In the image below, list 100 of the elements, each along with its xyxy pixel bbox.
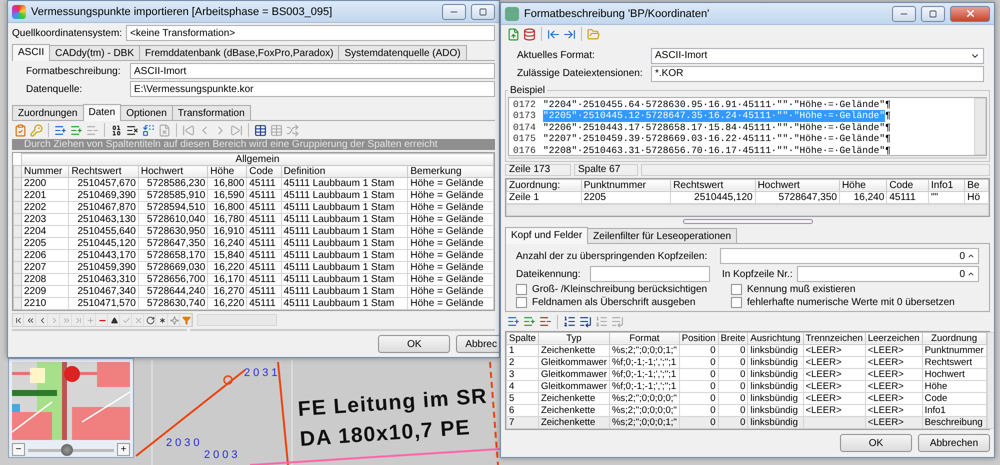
format-dropdown[interactable]: ASCII-Imort — [130, 63, 495, 79]
first-icon[interactable] — [14, 316, 22, 324]
column-header[interactable]: Leerzeichen — [865, 332, 922, 344]
table-cell: Zeile 1 — [506, 191, 582, 204]
format-dropdown[interactable]: ASCII-Imort — [651, 48, 984, 64]
last-icon[interactable] — [74, 316, 82, 324]
column-header[interactable]: Definition — [281, 166, 408, 178]
filter-icon[interactable] — [182, 316, 190, 324]
sparkle-icon[interactable] — [170, 316, 178, 324]
clipboard-check-icon[interactable] — [14, 124, 27, 136]
database-icon[interactable] — [523, 28, 536, 41]
slider-thumb[interactable] — [60, 444, 73, 456]
list-plus-icon[interactable] — [70, 124, 83, 136]
column-header[interactable]: Rechtswert — [670, 179, 756, 192]
check-icon[interactable] — [122, 316, 130, 324]
tab[interactable]: Transformation — [172, 105, 251, 120]
column-header[interactable]: Zuordnung — [922, 332, 986, 344]
close-button[interactable] — [950, 6, 990, 22]
table-icon[interactable] — [254, 124, 267, 136]
tab[interactable]: Zuordnungen — [12, 105, 84, 120]
file-id-field[interactable] — [590, 266, 710, 282]
option-checkbox[interactable]: Kennung muß existieren — [731, 284, 979, 296]
column-header[interactable]: Hochwert — [755, 179, 840, 192]
file-x-icon[interactable] — [158, 124, 171, 136]
file-up-icon[interactable] — [507, 28, 520, 41]
column-header[interactable]: Trennzeichen — [803, 332, 866, 344]
column-header[interactable]: Breite — [718, 332, 748, 344]
scroll-bar[interactable] — [974, 98, 986, 155]
coordinate-system-field[interactable]: <keine Transformation> — [126, 25, 495, 41]
maximize-button[interactable] — [921, 6, 945, 22]
x-icon[interactable] — [134, 316, 142, 324]
tab[interactable]: Systemdatenquelle (ADO) — [338, 45, 467, 60]
tab[interactable]: Optionen — [120, 105, 173, 120]
scroll-bar[interactable] — [197, 314, 277, 326]
extensions-field[interactable]: *.KOR — [651, 66, 984, 82]
tab[interactable]: Zeilenfilter für Leseoperationen — [587, 228, 738, 244]
column-header[interactable]: Hochwert — [138, 166, 208, 178]
skip-forward-icon[interactable] — [230, 124, 243, 136]
list-plus-icon[interactable] — [54, 124, 67, 136]
splitter-handle[interactable] — [682, 218, 812, 224]
folder-icon[interactable] — [587, 28, 600, 41]
zoom-slider[interactable] — [28, 444, 114, 456]
cancel-button[interactable]: Abbrec — [456, 335, 499, 353]
column-header[interactable]: Typ — [538, 332, 610, 344]
table-cell: %f;0;-1;-1;',';'';1 — [609, 356, 680, 368]
datasource-field[interactable]: E:\Vermessungspunkte.kor — [130, 81, 495, 97]
column-header[interactable]: Be — [964, 179, 988, 192]
key-icon[interactable] — [30, 124, 43, 136]
tab[interactable]: ASCII — [12, 44, 50, 61]
zoom-in-button[interactable]: + — [117, 443, 130, 456]
skip-back-icon[interactable] — [182, 124, 195, 136]
option-checkbox[interactable]: Feldnamen als Überschrift ausgeben — [516, 297, 731, 308]
cancel-button[interactable]: Abbrechen — [918, 434, 990, 452]
column-header[interactable]: Zuordnung: — [506, 179, 582, 192]
minimize-button[interactable] — [892, 6, 916, 22]
arrow-right-icon[interactable] — [563, 28, 576, 41]
column-header[interactable]: Rechtswert — [68, 166, 138, 178]
option-checkbox[interactable]: Groß- /Kleinschreibung berücksichtigen — [516, 284, 731, 296]
column-header[interactable]: Ausrichtung — [748, 332, 804, 344]
column-header[interactable]: Spalte — [506, 332, 538, 344]
list-minus-icon[interactable] — [539, 315, 552, 328]
tab[interactable]: CADdy(tm) - DBK — [49, 45, 140, 60]
ok-button[interactable]: OK — [840, 434, 912, 452]
arrow-left-icon[interactable] — [547, 28, 560, 41]
column-header[interactable]: Nummer — [22, 166, 69, 178]
maximize-button[interactable] — [471, 4, 495, 20]
column-header[interactable]: Info1 — [928, 179, 965, 192]
tab[interactable]: Fremddatenbank (dBase,FoxPro,Paradox) — [139, 45, 340, 60]
rewind-icon[interactable] — [26, 316, 34, 324]
tab[interactable]: Daten — [82, 104, 122, 121]
column-header[interactable]: Position — [679, 332, 718, 344]
table-cell: 3 — [506, 368, 538, 380]
column-header[interactable]: Code — [886, 179, 928, 192]
minimize-button[interactable] — [442, 4, 466, 20]
list-plus-icon[interactable] — [507, 315, 520, 328]
binary-icon[interactable] — [110, 124, 123, 136]
column-header[interactable]: Format — [609, 332, 680, 344]
asterisk-icon[interactable] — [158, 316, 166, 324]
refresh-icon[interactable] — [146, 316, 154, 324]
scroll-bar[interactable] — [506, 204, 989, 216]
number-field[interactable]: 0 — [720, 248, 979, 264]
column-header[interactable]: Punktnummer — [581, 179, 671, 192]
zoom-out-button[interactable]: − — [12, 443, 25, 456]
ok-button[interactable]: OK — [378, 335, 450, 353]
option-checkbox[interactable]: fehlerhafte numerische Werte mit 0 übersetzen — [731, 297, 979, 308]
list-ordered-icon[interactable] — [563, 315, 576, 328]
column-header[interactable]: Bemerkung — [408, 166, 494, 178]
replace-icon[interactable] — [142, 124, 155, 136]
table-cell: 45111 Laubbaum 1 Stam — [281, 238, 408, 250]
list-plus-icon[interactable] — [523, 315, 536, 328]
column-header[interactable]: Höhe — [839, 179, 887, 192]
plus-icon[interactable] — [86, 316, 94, 324]
triangle-icon[interactable] — [110, 316, 118, 324]
list-x-icon[interactable] — [126, 124, 139, 136]
fast-forward-icon[interactable] — [62, 316, 70, 324]
shuffle-icon[interactable] — [286, 124, 299, 136]
scroll-bar[interactable] — [508, 156, 987, 159]
number-field[interactable]: 0 — [796, 266, 979, 282]
tab[interactable]: Kopf und Felder — [505, 227, 588, 244]
list-end-icon[interactable] — [579, 315, 592, 328]
